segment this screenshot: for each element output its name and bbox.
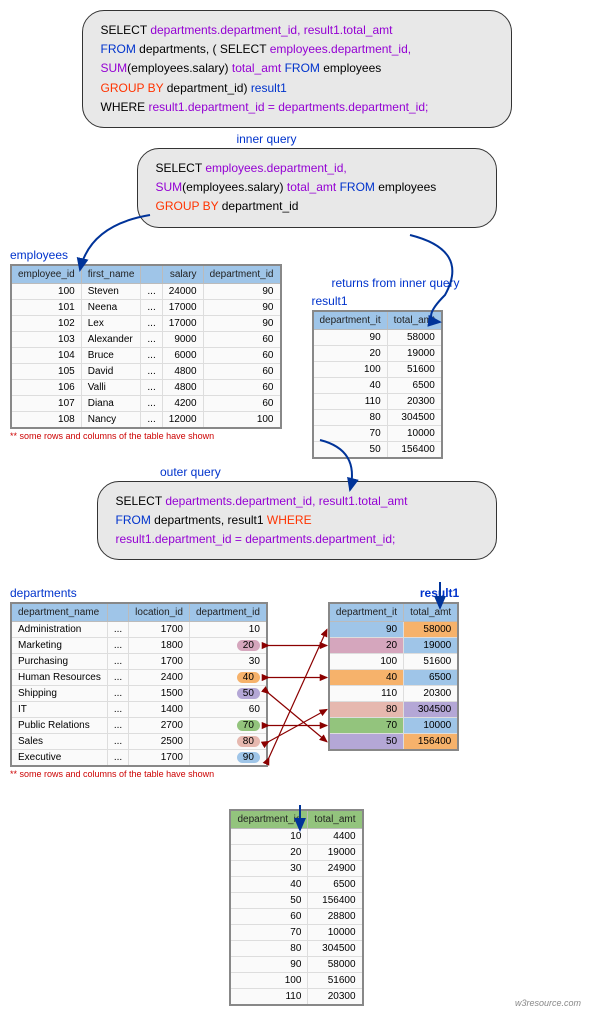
sql-main-box: SELECT departments.department_id, result… <box>82 10 512 128</box>
t: departments, ( <box>139 42 220 56</box>
table-row: Public Relations...270070 <box>11 718 267 734</box>
table-row: 11020300 <box>313 393 442 409</box>
table-row: IT...140060 <box>11 702 267 718</box>
t: employees <box>378 180 436 194</box>
t: (employees.salary) <box>182 180 287 194</box>
label-outer-query: outer query <box>160 465 583 479</box>
sql-inner-box: SELECT employees.department_id, SUM(empl… <box>137 148 497 228</box>
table-row: 7010000 <box>329 718 458 734</box>
table-row: Marketing...180020 <box>11 638 267 654</box>
t: employees.department_id, <box>270 42 411 56</box>
table-row: 9058000 <box>230 957 362 973</box>
table-row: 2019000 <box>329 638 458 654</box>
label-departments: departments <box>10 586 268 600</box>
footer-credit: w3resource.com <box>515 998 581 1008</box>
table-row: 10051600 <box>313 361 442 377</box>
t: departments.department_id, result1.total… <box>150 23 392 37</box>
t: FROM <box>101 42 140 56</box>
t: SUM <box>101 61 128 75</box>
table-row: 106Valli...480060 <box>11 379 281 395</box>
t: departments, result1 <box>154 513 267 527</box>
table-row: 80304500 <box>230 941 362 957</box>
t: SELECT <box>156 161 206 175</box>
label-employees: employees <box>10 248 282 262</box>
t: departments.department_id, result1.total… <box>165 494 407 508</box>
table-row: 406500 <box>329 670 458 686</box>
t: employees.department_id, <box>205 161 346 175</box>
note-truncated2: ** some rows and columns of the table ha… <box>10 769 268 779</box>
t: department_id <box>167 81 244 95</box>
employees-table: employee_idfirst_namesalarydepartment_id… <box>10 264 282 429</box>
table-row: 3024900 <box>230 861 362 877</box>
t: total_amt <box>232 61 285 75</box>
t: SELECT <box>116 494 166 508</box>
table-row: 50156400 <box>329 734 458 751</box>
t: department_id <box>222 199 299 213</box>
table-row: 6028800 <box>230 909 362 925</box>
table-row: 7010000 <box>230 925 362 941</box>
table-row: 406500 <box>230 877 362 893</box>
t: SELECT <box>101 23 151 37</box>
result1-table-a: department_ittotal_amt905800020190001005… <box>312 310 443 459</box>
final-result-table: department_idtotal_amt104400201900030249… <box>229 809 363 1006</box>
t: FROM <box>116 513 155 527</box>
table-row: 9058000 <box>329 622 458 638</box>
label-result1: result1 <box>312 294 460 308</box>
table-row: Purchasing...170030 <box>11 654 267 670</box>
table-row: 7010000 <box>313 425 442 441</box>
t: ) <box>243 81 250 95</box>
table-row: 50156400 <box>313 441 442 458</box>
departments-table: department_namelocation_iddepartment_idA… <box>10 602 268 767</box>
table-row: Shipping...150050 <box>11 686 267 702</box>
t: employees <box>323 61 381 75</box>
table-row: 11020300 <box>230 989 362 1006</box>
t: WHERE <box>267 513 312 527</box>
table-row: Executive...170090 <box>11 750 267 767</box>
table-row: 10051600 <box>230 973 362 989</box>
table-row: Human Resources...240040 <box>11 670 267 686</box>
table-row: 108Nancy...12000100 <box>11 411 281 428</box>
t: SUM <box>156 180 183 194</box>
table-row: 10051600 <box>329 654 458 670</box>
table-row: 80304500 <box>313 409 442 425</box>
table-row: 103Alexander...900060 <box>11 331 281 347</box>
table-row: 102Lex...1700090 <box>11 315 281 331</box>
table-row: Sales...250080 <box>11 734 267 750</box>
t: GROUP BY <box>101 81 167 95</box>
table-row: 104400 <box>230 829 362 845</box>
t: FROM <box>285 61 324 75</box>
table-row: 50156400 <box>230 893 362 909</box>
table-row: 105David...480060 <box>11 363 281 379</box>
t: WHERE <box>101 100 149 114</box>
table-row: 107Diana...420060 <box>11 395 281 411</box>
label-returns-inner: returns from inner query <box>332 276 460 290</box>
table-row: 11020300 <box>329 686 458 702</box>
table-row: 80304500 <box>329 702 458 718</box>
t: result1.department_id = departments.depa… <box>116 532 396 546</box>
t: (employees.salary) <box>127 61 232 75</box>
label-result1b: result1 <box>328 586 459 600</box>
sql-outer-box: SELECT departments.department_id, result… <box>97 481 497 561</box>
t: SELECT <box>220 42 270 56</box>
table-row: 2019000 <box>230 845 362 861</box>
table-row: 406500 <box>313 377 442 393</box>
t: result1.department_id = departments.depa… <box>149 100 429 114</box>
t: total_amt <box>287 180 340 194</box>
table-row: 2019000 <box>313 345 442 361</box>
note-truncated: ** some rows and columns of the table ha… <box>10 431 282 441</box>
t: FROM <box>340 180 379 194</box>
t: result1 <box>251 81 287 95</box>
table-row: Administration...170010 <box>11 622 267 638</box>
table-row: 101Neena...1700090 <box>11 299 281 315</box>
table-row: 100Steven...2400090 <box>11 283 281 299</box>
t: GROUP BY <box>156 199 222 213</box>
table-row: 104Bruce...600060 <box>11 347 281 363</box>
table-row: 9058000 <box>313 329 442 345</box>
label-inner-query: inner query <box>0 132 583 146</box>
result1-table-b: department_ittotal_amt905800020190001005… <box>328 602 459 751</box>
